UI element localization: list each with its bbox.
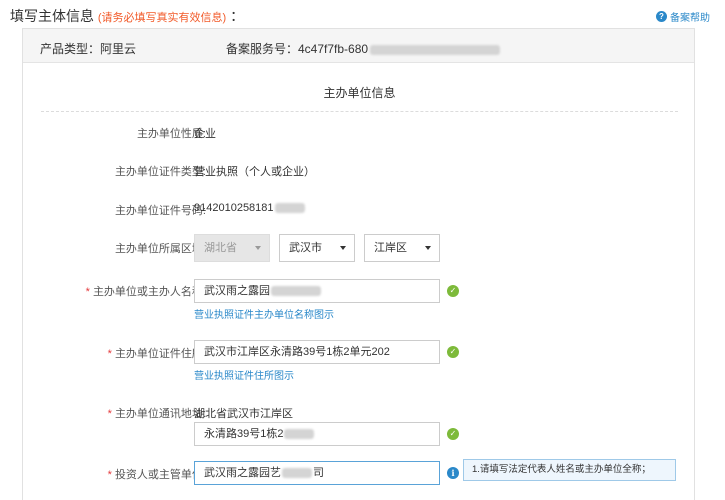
subject-info-panel: 产品类型：阿里云 备案服务号：4c47f7fb-680 主办单位信息 主办单位性…: [22, 28, 695, 500]
region-label: 主办单位所属区域:: [114, 243, 206, 255]
district-select[interactable]: 江岸区: [364, 234, 440, 262]
page-header: 填写主体信息 (请务必填写真实有效信息) ： ? 备案帮助: [10, 6, 710, 24]
cert-no-text: 9142010258181: [194, 202, 274, 214]
redacted-blur: [370, 44, 501, 55]
investor-label: * 投资人或主管单位:: [23, 466, 206, 482]
redacted-blur: [284, 429, 315, 440]
info-bar: 产品类型：阿里云 备案服务号：4c47f7fb-680: [23, 29, 694, 63]
mail-address-input-value: 永清路39号1栋2: [204, 428, 284, 440]
check-circle-icon: ✓: [447, 285, 459, 297]
investor-tooltip: 1.请填写法定代表人姓名或主办单位全称；: [463, 459, 676, 481]
investor-input-suffix: 司: [313, 467, 324, 479]
section-title: 主办单位信息: [323, 86, 396, 100]
investor-input-value: 武汉雨之露园艺: [204, 467, 281, 479]
caret-down-icon: [340, 246, 346, 250]
product-type: 产品类型：阿里云: [40, 42, 137, 56]
page-title-text: 填写主体信息: [10, 8, 94, 24]
service-number-text: 备案服务号：4c47f7fb-680: [226, 42, 369, 56]
address-label-text: 主办单位证件住所:: [114, 348, 206, 360]
cert-type-value: 营业执照（个人或企业）: [194, 166, 315, 178]
page-title-colon: ：: [230, 8, 245, 24]
redacted-blur: [274, 203, 305, 214]
nature-value: 企业: [194, 128, 216, 140]
service-number: 备案服务号：4c47f7fb-680: [226, 40, 501, 57]
city-value: 武汉市: [289, 242, 322, 254]
check-circle-icon: ✓: [447, 346, 459, 358]
name-input[interactable]: 武汉雨之露园: [194, 279, 440, 303]
required-asterisk: *: [85, 286, 90, 298]
district-value: 江岸区: [374, 242, 407, 254]
redacted-blur: [282, 468, 312, 479]
page-title-hint: (请务必填写真实有效信息): [97, 12, 227, 24]
investor-input[interactable]: 武汉雨之露园艺 司: [194, 461, 440, 485]
cert-no-value: 9142010258181: [194, 202, 305, 214]
page-title: 填写主体信息 (请务必填写真实有效信息) ：: [10, 6, 244, 26]
mail-address-input[interactable]: 永清路39号1栋2: [194, 422, 440, 446]
cert-no-label: 主办单位证件号码:: [114, 205, 206, 217]
address-example-link[interactable]: 营业执照证件住所图示: [194, 367, 294, 382]
required-asterisk: *: [107, 469, 112, 481]
address-label: * 主办单位证件住所:: [23, 345, 206, 361]
caret-down-icon: [255, 246, 261, 250]
help-circle-icon: ?: [656, 11, 667, 22]
nature-label: 主办单位性质:: [136, 128, 206, 140]
required-asterisk: *: [107, 348, 112, 360]
province-value: 湖北省: [204, 242, 237, 254]
cert-type-label: 主办单位证件类型:: [114, 166, 206, 178]
check-circle-icon: ✓: [447, 428, 459, 440]
redacted-blur: [271, 286, 321, 297]
mail-address-prefix: 湖北省武汉市江岸区: [194, 408, 293, 420]
name-label-text: 主办单位或主办人名称:: [92, 286, 206, 298]
mail-address-label-text: 主办单位通讯地址:: [114, 408, 206, 420]
mail-address-label: * 主办单位通讯地址:: [23, 405, 206, 421]
province-select: 湖北省: [194, 234, 270, 262]
name-example-link[interactable]: 营业执照证件主办单位名称图示: [194, 306, 334, 321]
section-divider: [41, 111, 678, 112]
city-select[interactable]: 武汉市: [279, 234, 355, 262]
caret-down-icon: [425, 246, 431, 250]
help-link-label: 备案帮助: [670, 13, 710, 24]
required-asterisk: *: [107, 408, 112, 420]
name-label: * 主办单位或主办人名称:: [23, 283, 206, 299]
info-circle-icon: i: [447, 467, 459, 479]
help-link[interactable]: ? 备案帮助: [656, 9, 710, 24]
address-input[interactable]: 武汉市江岸区永清路39号1栋2单元202: [194, 340, 440, 364]
investor-label-text: 投资人或主管单位:: [114, 469, 206, 481]
name-input-value: 武汉雨之露园: [204, 285, 270, 297]
